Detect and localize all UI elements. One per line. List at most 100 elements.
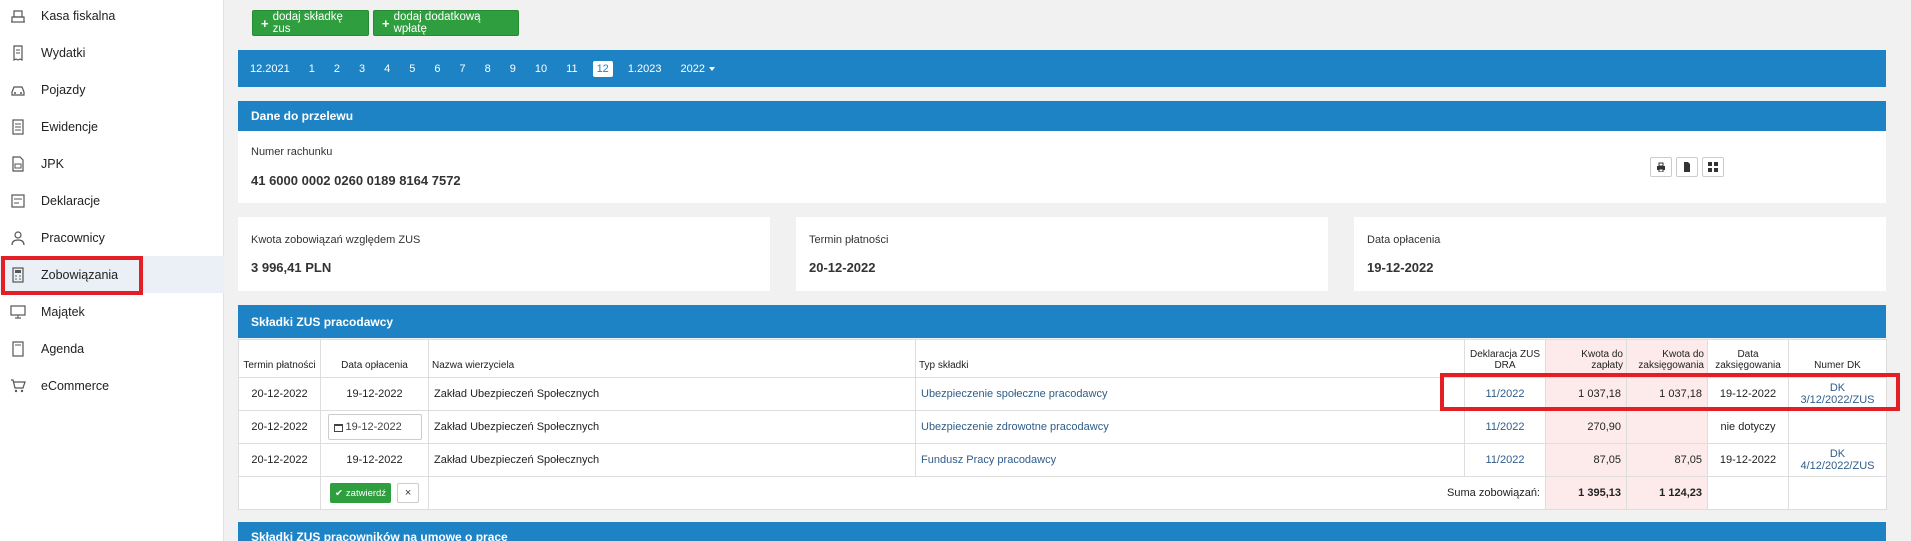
- cash-register-icon: [10, 8, 26, 24]
- sidebar-item-pracownicy[interactable]: Pracownicy: [0, 219, 224, 256]
- cell-dk-link[interactable]: DK 4/12/2022/ZUS: [1788, 443, 1887, 477]
- month-6[interactable]: 6: [434, 61, 440, 77]
- month-8[interactable]: 8: [485, 61, 491, 77]
- cell-dra-link[interactable]: 11/2022: [1464, 443, 1546, 477]
- sidebar-item-label: Majątek: [41, 304, 85, 319]
- col-header-dk-number: Numer DK: [1788, 339, 1887, 378]
- sidebar-item-label: Zobowiązania: [41, 267, 119, 282]
- sum-amount-booked: 1 124,23: [1626, 476, 1708, 510]
- confirm-button[interactable]: ✔ zatwierdź: [329, 483, 392, 504]
- col-header-amount-due: Kwota do zapłaty: [1545, 339, 1627, 378]
- check-icon: ✔: [334, 487, 343, 499]
- year-dropdown[interactable]: 2022: [680, 61, 715, 77]
- cell-amount-due: 87,05: [1545, 443, 1627, 477]
- print-icon: [1657, 162, 1665, 172]
- sidebar-item-ewidencje[interactable]: Ewidencje: [0, 108, 224, 145]
- sidebar-item-label: JPK: [41, 156, 64, 171]
- cell-type-link[interactable]: Ubezpieczenie zdrowotne pracodawcy: [915, 410, 1465, 444]
- qr-code-button[interactable]: [1702, 157, 1724, 177]
- month-5[interactable]: 5: [409, 61, 415, 77]
- cell-dra-link[interactable]: 11/2022: [1464, 410, 1546, 444]
- cell-dk-link[interactable]: DK 3/12/2022/ZUS: [1788, 377, 1887, 411]
- declaration-icon: [10, 193, 26, 209]
- year-label: 2022: [680, 62, 705, 75]
- month-prev-year[interactable]: 12.2021: [250, 61, 290, 77]
- month-3[interactable]: 3: [359, 61, 365, 77]
- qr-code-icon: [1708, 162, 1718, 172]
- month-2[interactable]: 2: [334, 61, 340, 77]
- cell-confirm-actions: ✔ zatwierdź ×: [320, 476, 429, 510]
- month-navigation: 12.2021 1 2 3 4 5 6 7 8 9 10 11 12 1.202…: [238, 50, 1886, 87]
- month-12-current[interactable]: 12: [592, 60, 613, 77]
- table-row: 20-12-2022 19-12-2022 Zakład Ubezpieczeń…: [238, 377, 1887, 411]
- sidebar-item-pojazdy[interactable]: Pojazdy: [0, 71, 224, 108]
- transfer-panel-header: Dane do przelewu: [238, 101, 1886, 131]
- sidebar-item-agenda[interactable]: Agenda: [0, 330, 224, 367]
- sidebar-item-label: Ewidencje: [41, 119, 98, 134]
- main-content: + dodaj składkę zus + dodaj dodatkową wpła…: [224, 0, 1911, 541]
- liabilities-amount-card: Kwota zobowiązań względem ZUS 3 996,41 P…: [238, 217, 770, 291]
- col-header-dra: Deklaracja ZUS DRA: [1464, 339, 1546, 378]
- table-row: 20-12-2022 19-12-2022 Zakład Ubezpieczeń…: [238, 410, 1887, 444]
- paid-date-input-value: 19-12-2022: [345, 421, 402, 433]
- confirm-label: zatwierdź: [345, 487, 387, 499]
- due-date-label: Termin płatności: [809, 234, 889, 246]
- sidebar-item-label: Deklaracje: [41, 193, 101, 208]
- cell-creditor: Zakład Ubezpieczeń Społecznych: [428, 410, 916, 444]
- cell-type-link[interactable]: Ubezpieczenie społeczne pracodawcy: [915, 377, 1465, 411]
- due-date-card: Termin płatności 20-12-2022: [796, 217, 1328, 291]
- cell-empty: [238, 476, 321, 510]
- sidebar-item-label: Wydatki: [41, 45, 86, 60]
- cell-paid-date: 19-12-2022: [320, 377, 429, 411]
- cell-dk-link[interactable]: [1788, 410, 1887, 444]
- month-10[interactable]: 10: [535, 61, 547, 77]
- employer-zus-panel-header: Składki ZUS pracodawcy: [238, 305, 1886, 338]
- cell-paid-date-editor: 19-12-2022: [320, 410, 429, 444]
- sidebar-item-kasa-fiskalna[interactable]: Kasa fiskalna: [0, 0, 224, 34]
- cell-type-link[interactable]: Fundusz Pracy pracodawcy: [915, 443, 1465, 477]
- cell-paid-date: 19-12-2022: [320, 443, 429, 477]
- print-button[interactable]: [1650, 157, 1672, 177]
- sidebar-item-label: eCommerce: [41, 378, 110, 393]
- file-button[interactable]: [1676, 157, 1698, 177]
- sidebar-item-zobowiazania[interactable]: Zobowiązania: [0, 256, 224, 293]
- paid-date-input[interactable]: 19-12-2022: [327, 414, 422, 440]
- month-1[interactable]: 1: [309, 61, 315, 77]
- plus-icon: +: [382, 15, 390, 31]
- cell-amount-booked: [1626, 410, 1708, 444]
- cancel-button[interactable]: ×: [397, 482, 420, 503]
- plus-icon: +: [261, 15, 269, 31]
- employees-icon: [10, 230, 26, 246]
- month-9[interactable]: 9: [510, 61, 516, 77]
- sidebar-item-jpk[interactable]: JPK: [0, 145, 224, 182]
- monitor-icon: [10, 304, 26, 320]
- month-next-year[interactable]: 1.2023: [628, 61, 662, 77]
- month-7[interactable]: 7: [460, 61, 466, 77]
- cell-amount-due: 270,90: [1545, 410, 1627, 444]
- col-header-creditor: Nazwa wierzyciela: [428, 339, 916, 378]
- month-4[interactable]: 4: [384, 61, 390, 77]
- account-number-label: Numer rachunku: [251, 146, 333, 158]
- transfer-panel-body: Numer rachunku 41 6000 0002 0260 0189 81…: [238, 131, 1886, 203]
- cell-booking-date: 19-12-2022: [1707, 377, 1789, 411]
- document-list-icon: [10, 118, 26, 135]
- sidebar-item-deklaracje[interactable]: Deklaracje: [0, 182, 224, 219]
- liabilities-amount-value: 3 996,41 PLN: [251, 260, 332, 275]
- employees-zus-panel-header: Składki ZUS pracowników na umowę o pracę: [238, 522, 1886, 541]
- month-11[interactable]: 11: [566, 61, 577, 77]
- due-date-value: 20-12-2022: [809, 260, 876, 275]
- sidebar-item-ecommerce[interactable]: eCommerce: [0, 367, 224, 404]
- sum-label: Suma zobowiązań:: [428, 476, 1546, 510]
- sidebar-item-wydatki[interactable]: Wydatki: [0, 34, 224, 71]
- file-icon: [1684, 162, 1690, 172]
- add-extra-payment-button[interactable]: + dodaj dodatkową wpłatę: [373, 10, 519, 36]
- add-zus-contribution-button[interactable]: + dodaj składkę zus: [252, 10, 369, 36]
- cell-empty: [1788, 476, 1887, 510]
- jpk-file-icon: [10, 155, 26, 172]
- cell-dra-link[interactable]: 11/2022: [1464, 377, 1546, 411]
- cell-amount-booked: 87,05: [1626, 443, 1708, 477]
- sidebar-item-label: Kasa fiskalna: [41, 8, 116, 23]
- cell-amount-due: 1 037,18: [1545, 377, 1627, 411]
- sidebar-item-majatek[interactable]: Majątek: [0, 293, 224, 330]
- table-row: 20-12-2022 19-12-2022 Zakład Ubezpieczeń…: [238, 443, 1887, 477]
